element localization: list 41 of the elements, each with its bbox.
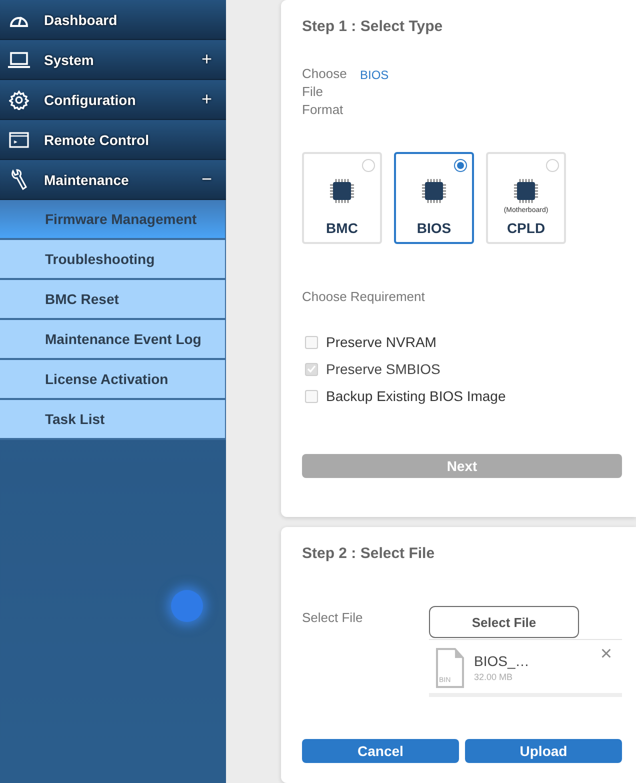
checkbox[interactable] [305, 390, 318, 402]
laptop-icon [8, 52, 30, 68]
submenu-item[interactable]: BMC Reset [0, 280, 226, 320]
radio-button[interactable] [454, 159, 467, 172]
nav-item[interactable]: Remote Control [0, 120, 226, 160]
type-option[interactable]: BIOS [394, 152, 474, 244]
nav-item[interactable]: Dashboard [0, 0, 226, 40]
upload-button[interactable]: Upload [465, 739, 622, 763]
submenu-item[interactable]: Maintenance Event Log [0, 320, 226, 360]
submenu-item[interactable]: Task List [0, 400, 226, 440]
circle-icon [171, 590, 203, 622]
submenu-item[interactable]: License Activation [0, 360, 226, 400]
wrench-icon [10, 168, 28, 190]
nav-item[interactable]: System + [0, 40, 226, 80]
nav-item[interactable]: Maintenance − [0, 160, 226, 200]
step-title: Step 2 : Select File [302, 545, 436, 562]
field-value: BIOS [360, 68, 389, 84]
chip-icon [329, 178, 355, 204]
option-label: BMC [326, 220, 358, 236]
cancel-button[interactable]: Cancel [302, 739, 459, 763]
section-label: Choose Requirement [302, 289, 425, 304]
step-title: Step 1 : Select Type [302, 18, 444, 35]
option-label: CPLD [506, 220, 546, 236]
file-size: 32.00 MB [474, 672, 514, 682]
remove-button[interactable]: × [600, 644, 612, 664]
file-name: BIOS_… [474, 653, 530, 669]
checkbox-label: Preserve NVRAM [326, 334, 436, 350]
checkbox-label: Backup Existing BIOS Image [326, 388, 506, 404]
type-option[interactable]: BMC [302, 152, 382, 244]
submenu-item[interactable]: Troubleshooting [0, 240, 226, 280]
terminal-icon [9, 132, 29, 148]
checkbox[interactable] [305, 336, 318, 348]
field-label: Choose File Format [302, 65, 348, 119]
chip-icon [513, 178, 539, 204]
option-label: BIOS [416, 220, 452, 236]
nav-item[interactable]: Configuration + [0, 80, 226, 120]
checkbox-label: Preserve SMBIOS [326, 361, 440, 377]
select-file-button[interactable]: Select File [429, 606, 579, 638]
chip-icon [421, 178, 447, 204]
field-label: Select File [302, 610, 364, 627]
gear-icon [9, 90, 29, 110]
